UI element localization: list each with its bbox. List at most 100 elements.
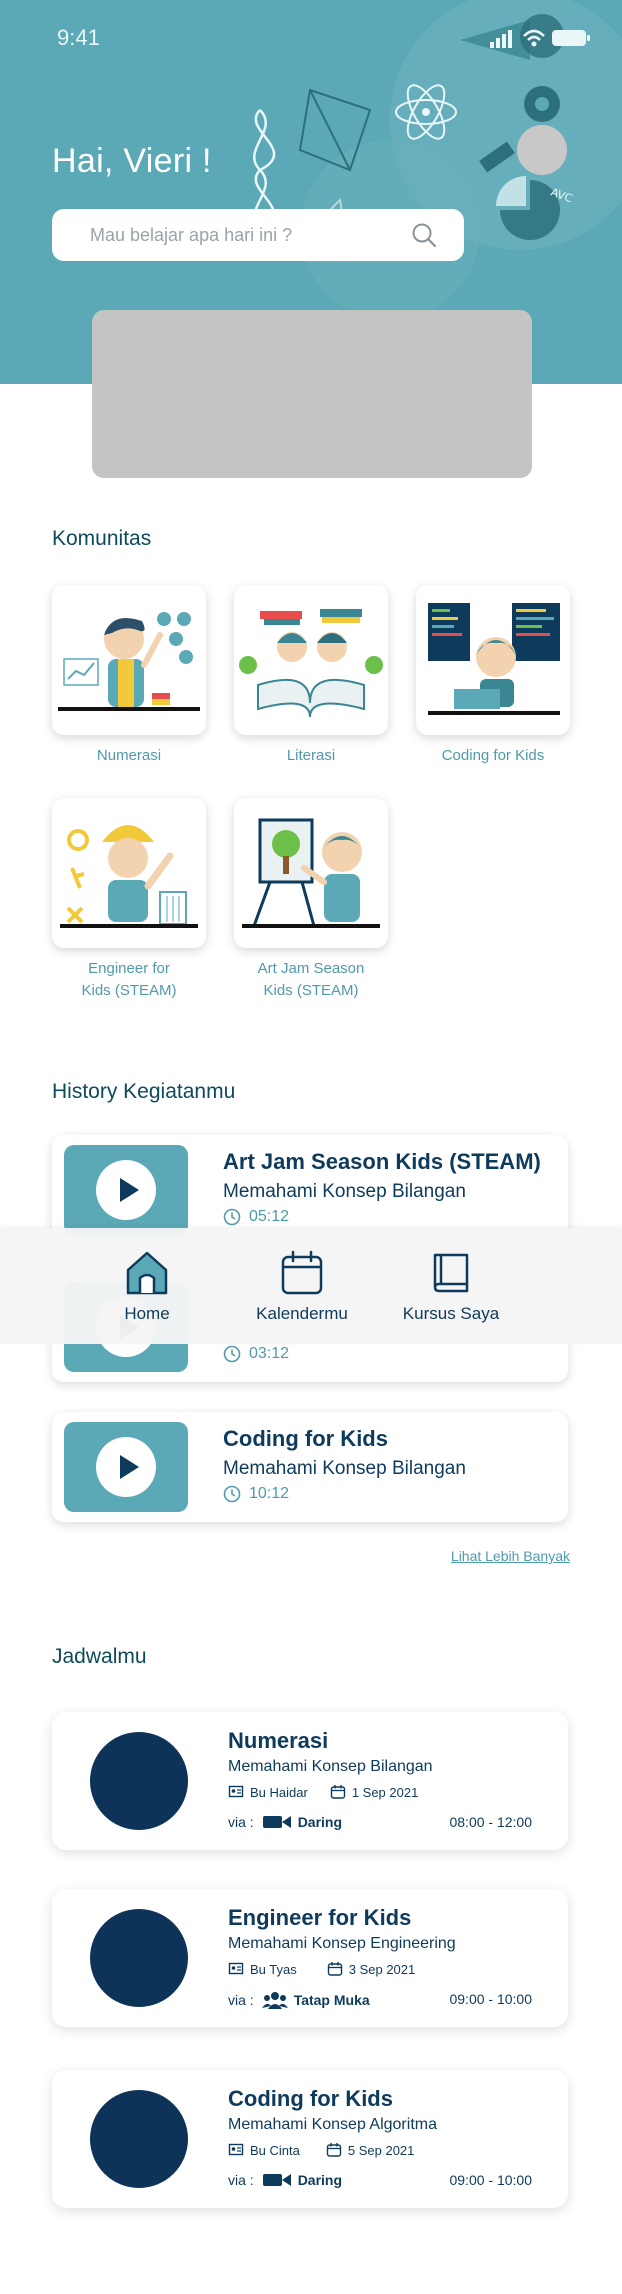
numeracy-illustration	[58, 612, 200, 711]
schedule-meta: Bu Cinta 5 Sep 2021	[228, 2142, 414, 2158]
history-title-text: Coding for Kids	[223, 1426, 388, 1451]
schedule-teacher: Bu Cinta	[250, 2142, 300, 2158]
history-card[interactable]: Coding for Kids Memahami Konsep Bilangan…	[52, 1412, 568, 1522]
teacher-icon	[228, 2143, 244, 2156]
clock-icon	[223, 1485, 241, 1503]
schedule-card[interactable]: Engineer for Kids Memahami Konsep Engine…	[52, 1889, 568, 2027]
schedule-card[interactable]: Numerasi Memahami Konsep Bilangan Bu Hai…	[52, 1712, 568, 1850]
history-subtitle: Memahami Konsep Bilangan	[223, 1458, 466, 1479]
teacher-icon	[228, 1785, 244, 1798]
video-thumbnail[interactable]	[64, 1145, 188, 1235]
community-label-literasi: Literasi	[286, 747, 336, 764]
engineer-illustration	[60, 825, 198, 928]
nav-courses[interactable]: Kursus Saya	[381, 1248, 521, 1328]
community-label-engineer-line1: Engineer for	[88, 960, 170, 977]
schedule-card[interactable]: Coding for Kids Memahami Konsep Algoritm…	[52, 2070, 568, 2208]
schedule-meta: Bu Haidar 1 Sep 2021	[228, 1784, 418, 1800]
community-label-engineer-line2: Kids (STEAM)	[81, 982, 177, 999]
avatar	[90, 1909, 188, 2007]
jadwal-title: Jadwalmu	[52, 1645, 147, 1668]
group-icon	[261, 1992, 288, 2009]
history-subtitle: Memahami Konsep Bilangan	[223, 1181, 466, 1202]
search-bar[interactable]: Mau belajar apa hari ini ?	[52, 209, 464, 261]
schedule-mode: Daring	[297, 2172, 343, 2188]
schedule-teacher: Bu Haidar	[250, 1784, 308, 1800]
nav-calendar-label: Kalendermu	[256, 1304, 348, 1323]
history-duration: 05:12	[223, 1208, 289, 1226]
schedule-date: 1 Sep 2021	[351, 1784, 419, 1800]
schedule-meta: Bu Tyas 3 Sep 2021	[228, 1961, 415, 1977]
schedule-subtitle: Memahami Konsep Engineering	[228, 1935, 456, 1952]
komunitas-title: Komunitas	[52, 527, 152, 550]
schedule-teacher: Bu Tyas	[250, 1961, 297, 1977]
video-camera-icon	[262, 2174, 291, 2186]
video-camera-icon	[262, 1816, 291, 1828]
art-illustration	[242, 818, 380, 928]
nav-courses-label: Kursus Saya	[402, 1304, 500, 1323]
calendar-icon	[281, 1250, 323, 1295]
nav-calendar[interactable]: Kalendermu	[232, 1248, 372, 1328]
history-duration-text: 03:12	[249, 1345, 290, 1362]
play-icon[interactable]	[96, 1437, 156, 1497]
community-card-coding[interactable]	[416, 585, 570, 735]
bottom-nav: Home Kalendermu Kursus Saya	[0, 1228, 622, 1344]
community-label-coding: Coding for Kids	[441, 747, 545, 764]
via-label: via :	[228, 1814, 254, 1830]
promo-banner[interactable]	[92, 310, 532, 478]
nav-home-label: Home	[124, 1304, 170, 1323]
history-title: History Kegiatanmu	[52, 1080, 236, 1103]
via-label: via :	[228, 1992, 254, 2008]
schedule-date: 5 Sep 2021	[347, 2142, 415, 2158]
community-card-engineer[interactable]	[52, 798, 206, 948]
see-more-link[interactable]: Lihat Lebih Banyak	[451, 1548, 570, 1564]
clock-icon	[223, 1208, 241, 1226]
community-label-art-jam-line1: Art Jam Season	[257, 960, 365, 977]
schedule-via: via : Daring	[228, 1814, 342, 1830]
community-card-literasi[interactable]	[234, 585, 388, 735]
search-icon[interactable]	[410, 221, 438, 249]
status-time: 9:41	[57, 25, 100, 50]
schedule-title: Numerasi	[228, 1728, 329, 1753]
community-label-numerasi: Numerasi	[96, 747, 162, 764]
schedule-date: 3 Sep 2021	[348, 1961, 416, 1977]
schedule-hours: 08:00 - 12:00	[449, 1814, 532, 1830]
community-label-art-jam: Art Jam Season Kids (STEAM)	[221, 958, 401, 1002]
schedule-title: Coding for Kids	[228, 2086, 393, 2111]
schedule-subtitle: Memahami Konsep Algoritma	[228, 2116, 437, 2133]
avatar	[90, 2090, 188, 2188]
calendar-icon	[330, 1785, 346, 1799]
via-label: via :	[228, 2172, 254, 2188]
teacher-icon	[228, 1962, 244, 1975]
history-duration: 03:12	[223, 1345, 289, 1363]
schedule-mode: Tatap Muka	[293, 1992, 370, 2008]
schedule-via: via : Daring	[228, 2172, 342, 2188]
history-duration-text: 05:12	[249, 1208, 290, 1225]
community-label-engineer: Engineer for Kids (STEAM)	[39, 958, 219, 1002]
video-thumbnail[interactable]	[64, 1422, 188, 1512]
status-icons	[490, 29, 590, 48]
literacy-illustration	[239, 609, 383, 718]
nav-home[interactable]: Home	[77, 1248, 217, 1328]
history-title-text: Art Jam Season Kids (STEAM)	[223, 1149, 541, 1174]
schedule-via: via : Tatap Muka	[228, 1991, 370, 2009]
schedule-hours: 09:00 - 10:00	[449, 2172, 532, 2188]
community-label-art-jam-line2: Kids (STEAM)	[263, 982, 359, 999]
calendar-icon	[326, 2143, 342, 2157]
history-duration-text: 10:12	[249, 1485, 290, 1502]
play-icon[interactable]	[96, 1160, 156, 1220]
search-input[interactable]: Mau belajar apa hari ini ?	[90, 225, 292, 246]
book-icon	[433, 1253, 469, 1293]
history-duration: 10:12	[223, 1485, 289, 1503]
signal-icon	[490, 42, 494, 48]
community-card-art-jam[interactable]	[234, 798, 388, 948]
schedule-title: Engineer for Kids	[228, 1905, 412, 1930]
greeting-title: Hai, Vieri !	[52, 142, 212, 180]
community-card-numerasi[interactable]	[52, 585, 206, 735]
schedule-subtitle: Memahami Konsep Bilangan	[228, 1758, 433, 1775]
coding-illustration	[428, 603, 560, 715]
avatar	[90, 1732, 188, 1830]
schedule-hours: 09:00 - 10:00	[449, 1991, 532, 2007]
schedule-mode: Daring	[297, 1814, 343, 1830]
calendar-icon	[327, 1962, 342, 1976]
clock-icon	[223, 1345, 241, 1363]
